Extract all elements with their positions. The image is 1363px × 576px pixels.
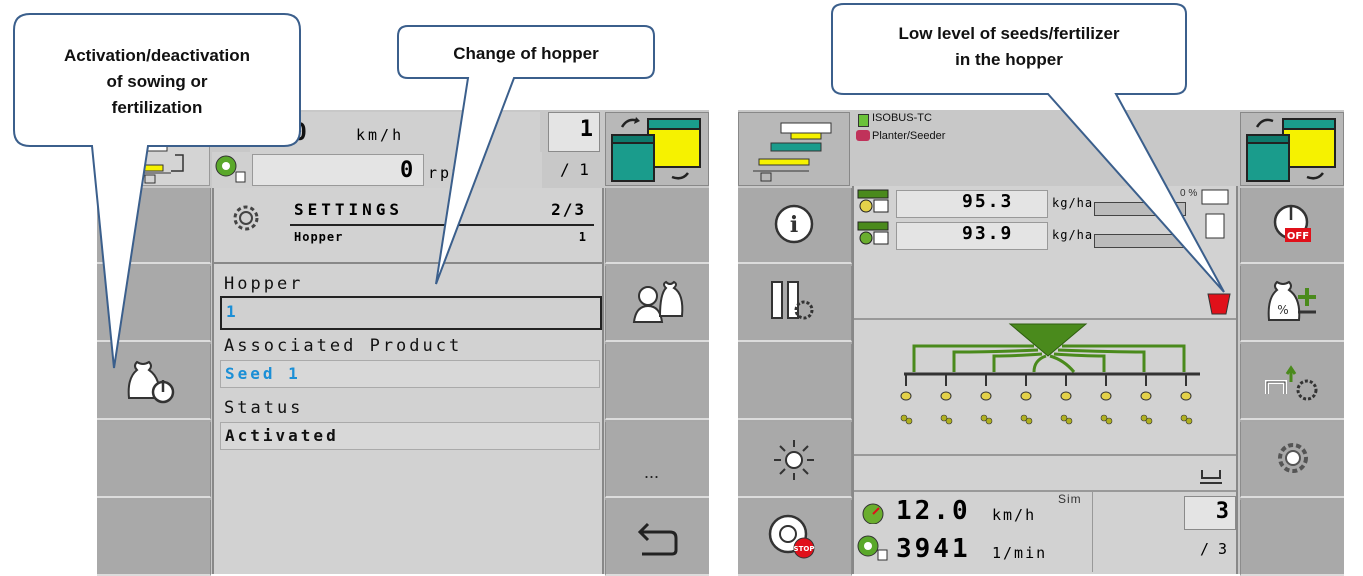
rate-adjust-button[interactable]: % (1240, 266, 1344, 342)
more-label: ... (644, 462, 660, 482)
svg-text:i: i (790, 212, 798, 238)
stop-disc-icon: STOP (768, 514, 815, 559)
rpm-value-right: 3941 (896, 534, 971, 564)
speed-unit-right: km/h (992, 506, 1037, 524)
gear-icon (1278, 443, 1308, 473)
off-label: OFF (1287, 231, 1309, 242)
callout-activation-line1: Activation/deactivation (63, 46, 251, 65)
cart-switch-icon (1246, 118, 1336, 182)
callout-low-level-line2: in the hopper (955, 50, 1063, 69)
hydraulic-settings-button[interactable] (1240, 344, 1344, 420)
back-button[interactable] (605, 500, 709, 576)
lift-icon (1200, 470, 1222, 484)
callout-activation-line2: of sowing or (106, 72, 208, 91)
counter-top-right: 3 (1215, 499, 1229, 524)
callout-low-level-line1: Low level of seeds/fertilizer (898, 24, 1120, 43)
left-softkey-5[interactable] (97, 500, 211, 576)
right-right-softkey-5[interactable] (1240, 500, 1344, 576)
status-field[interactable]: Activated (220, 422, 600, 450)
right-right-softkey-column: OFF % (1240, 188, 1344, 576)
power-off-button[interactable]: OFF (1240, 188, 1344, 264)
stop-button[interactable]: STOP (738, 500, 852, 576)
rpm-unit-right: 1/min (992, 544, 1048, 562)
speed-value-right: 12.0 (896, 496, 971, 526)
power-off-icon: OFF (1273, 204, 1311, 242)
speedometer-icon (862, 503, 884, 524)
callout-hopper-text: Change of hopper (453, 44, 599, 63)
light-icon (774, 440, 814, 480)
back-arrow-icon (637, 522, 678, 556)
right-cart-switch-button[interactable] (1240, 112, 1344, 186)
callout-activation-line3: fertilization (111, 98, 203, 117)
sections-gear-icon (771, 281, 814, 320)
hydraulic-gear-icon (1265, 365, 1318, 401)
more-button[interactable]: ... (605, 422, 709, 498)
counter-bottom-right: / 3 (1200, 540, 1228, 558)
left-right-softkey-3[interactable] (605, 344, 709, 420)
rpm-icon (857, 535, 888, 561)
right-left-softkey-3[interactable] (738, 344, 852, 420)
right-counter-box: 3 (1184, 496, 1236, 530)
settings-button[interactable] (1240, 422, 1344, 498)
stop-label: STOP (794, 545, 815, 553)
status-value: Activated (225, 426, 339, 445)
info-icon: i (774, 204, 814, 244)
field-label-status: Status (224, 398, 304, 418)
bag-percent-plus-icon: % (1267, 280, 1316, 321)
light-button[interactable] (738, 422, 852, 498)
left-softkey-4[interactable] (97, 422, 211, 498)
svg-text:%: % (1277, 303, 1288, 317)
seeder-diagram (900, 323, 1200, 425)
sim-label: Sim (1058, 492, 1082, 506)
